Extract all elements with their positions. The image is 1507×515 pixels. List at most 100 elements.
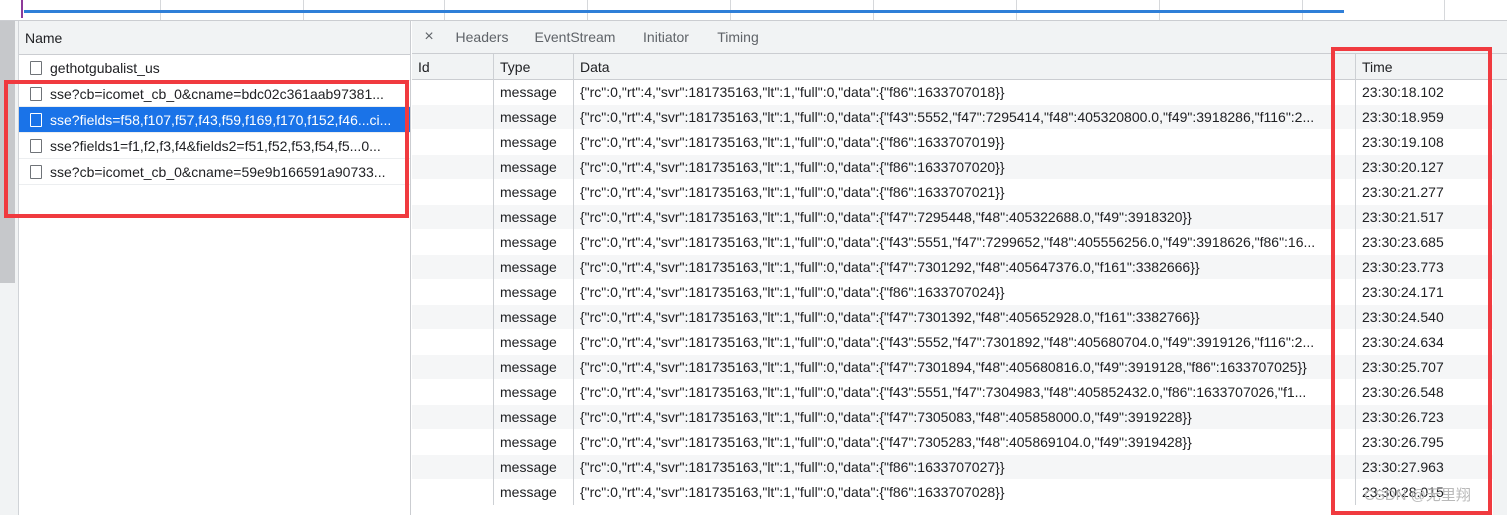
column-header-data[interactable]: Data xyxy=(573,54,1355,80)
request-row[interactable]: gethotgubalist_us xyxy=(19,55,410,81)
column-header-time[interactable]: Time xyxy=(1355,54,1493,80)
event-id-cell xyxy=(412,205,493,230)
event-time-cell: 23:30:19.108 xyxy=(1355,130,1493,155)
event-type-cell: message xyxy=(493,455,573,480)
gutter-scrollbar-thumb[interactable] xyxy=(0,21,15,283)
event-type-cell: message xyxy=(493,280,573,305)
event-row[interactable]: message {"rc":0,"rt":4,"svr":181735163,"l… xyxy=(412,255,1507,280)
event-id-cell xyxy=(412,105,493,130)
event-type-cell: message xyxy=(493,80,573,105)
event-row[interactable]: message {"rc":0,"rt":4,"svr":181735163,"l… xyxy=(412,430,1507,455)
tab-headers[interactable]: Headers xyxy=(446,21,518,54)
event-data-cell: {"rc":0,"rt":4,"svr":181735163,"lt":1,"f… xyxy=(573,255,1355,280)
event-data-cell: {"rc":0,"rt":4,"svr":181735163,"lt":1,"f… xyxy=(573,130,1355,155)
event-type-cell: message xyxy=(493,205,573,230)
event-type-cell: message xyxy=(493,130,573,155)
detail-tabbar: × Headers EventStream Initiator Timing xyxy=(412,21,1507,54)
name-column-header[interactable]: Name xyxy=(19,21,410,55)
eventstream-scrollbar[interactable] xyxy=(1493,80,1507,515)
tab-initiator[interactable]: Initiator xyxy=(632,21,700,54)
event-id-cell xyxy=(412,230,493,255)
event-row[interactable]: message {"rc":0,"rt":4,"svr":181735163,"l… xyxy=(412,155,1507,180)
close-icon[interactable]: × xyxy=(420,27,438,47)
request-checkbox[interactable] xyxy=(30,139,42,153)
event-time-cell: 23:30:20.127 xyxy=(1355,155,1493,180)
request-row[interactable]: sse?cb=icomet_cb_0&cname=59e9b166591a907… xyxy=(19,159,410,185)
event-type-cell: message xyxy=(493,405,573,430)
event-id-cell xyxy=(412,455,493,480)
event-id-cell xyxy=(412,380,493,405)
event-id-cell xyxy=(412,255,493,280)
column-header-type[interactable]: Type xyxy=(493,54,573,80)
event-id-cell xyxy=(412,305,493,330)
event-type-cell: message xyxy=(493,355,573,380)
event-data-cell: {"rc":0,"rt":4,"svr":181735163,"lt":1,"f… xyxy=(573,80,1355,105)
request-checkbox[interactable] xyxy=(30,87,42,101)
event-time-cell: 23:30:26.723 xyxy=(1355,405,1493,430)
event-row[interactable]: message {"rc":0,"rt":4,"svr":181735163,"l… xyxy=(412,80,1507,105)
event-data-cell: {"rc":0,"rt":4,"svr":181735163,"lt":1,"f… xyxy=(573,480,1355,505)
event-row[interactable]: message {"rc":0,"rt":4,"svr":181735163,"l… xyxy=(412,305,1507,330)
request-row[interactable]: sse?fields1=f1,f2,f3,f4&fields2=f51,f52,… xyxy=(19,133,410,159)
event-time-cell: 23:30:18.102 xyxy=(1355,80,1493,105)
event-data-cell: {"rc":0,"rt":4,"svr":181735163,"lt":1,"f… xyxy=(573,380,1355,405)
tab-eventstream[interactable]: EventStream xyxy=(522,21,628,54)
timeline-gridline xyxy=(1444,0,1445,20)
request-name: sse?cb=icomet_cb_0&cname=59e9b166591a907… xyxy=(50,164,386,180)
tab-timing[interactable]: Timing xyxy=(708,21,768,54)
request-checkbox[interactable] xyxy=(30,113,42,127)
event-data-cell: {"rc":0,"rt":4,"svr":181735163,"lt":1,"f… xyxy=(573,205,1355,230)
request-list-pane: Name gethotgubalist_us sse?cb=icomet_cb_0… xyxy=(19,21,411,515)
event-type-cell: message xyxy=(493,155,573,180)
left-gutter xyxy=(0,21,19,515)
event-time-cell: 23:30:25.707 xyxy=(1355,355,1493,380)
event-row[interactable]: message {"rc":0,"rt":4,"svr":181735163,"l… xyxy=(412,105,1507,130)
event-type-cell: message xyxy=(493,330,573,355)
event-row[interactable]: message {"rc":0,"rt":4,"svr":181735163,"l… xyxy=(412,205,1507,230)
request-name: sse?fields1=f1,f2,f3,f4&fields2=f51,f52,… xyxy=(50,138,381,154)
event-row[interactable]: message {"rc":0,"rt":4,"svr":181735163,"l… xyxy=(412,480,1507,505)
event-type-cell: message xyxy=(493,305,573,330)
event-id-cell xyxy=(412,180,493,205)
eventstream-table: Id Type Data Time message {"rc":0,"rt":4,… xyxy=(412,54,1507,515)
event-row[interactable]: message {"rc":0,"rt":4,"svr":181735163,"l… xyxy=(412,330,1507,355)
event-row[interactable]: message {"rc":0,"rt":4,"svr":181735163,"l… xyxy=(412,230,1507,255)
eventstream-header-row: Id Type Data Time xyxy=(412,54,1507,80)
request-detail-pane: × Headers EventStream Initiator Timing I… xyxy=(412,21,1507,515)
event-time-cell: 23:30:24.540 xyxy=(1355,305,1493,330)
event-row[interactable]: message {"rc":0,"rt":4,"svr":181735163,"l… xyxy=(412,355,1507,380)
event-row[interactable]: message {"rc":0,"rt":4,"svr":181735163,"l… xyxy=(412,180,1507,205)
event-data-cell: {"rc":0,"rt":4,"svr":181735163,"lt":1,"f… xyxy=(573,105,1355,130)
request-checkbox[interactable] xyxy=(30,165,42,179)
event-data-cell: {"rc":0,"rt":4,"svr":181735163,"lt":1,"f… xyxy=(573,305,1355,330)
event-type-cell: message xyxy=(493,255,573,280)
event-type-cell: message xyxy=(493,230,573,255)
event-id-cell xyxy=(412,130,493,155)
event-id-cell xyxy=(412,330,493,355)
event-id-cell xyxy=(412,155,493,180)
event-data-cell: {"rc":0,"rt":4,"svr":181735163,"lt":1,"f… xyxy=(573,230,1355,255)
event-type-cell: message xyxy=(493,480,573,505)
eventstream-rows: message {"rc":0,"rt":4,"svr":181735163,"l… xyxy=(412,80,1507,505)
column-header-id[interactable]: Id xyxy=(412,54,493,80)
event-time-cell: 23:30:26.795 xyxy=(1355,430,1493,455)
event-time-cell: 23:30:23.773 xyxy=(1355,255,1493,280)
request-checkbox[interactable] xyxy=(30,61,42,75)
timeline-request-bar xyxy=(24,10,1344,13)
event-data-cell: {"rc":0,"rt":4,"svr":181735163,"lt":1,"f… xyxy=(573,430,1355,455)
event-row[interactable]: message {"rc":0,"rt":4,"svr":181735163,"l… xyxy=(412,455,1507,480)
event-row[interactable]: message {"rc":0,"rt":4,"svr":181735163,"l… xyxy=(412,405,1507,430)
event-data-cell: {"rc":0,"rt":4,"svr":181735163,"lt":1,"f… xyxy=(573,180,1355,205)
request-row[interactable]: sse?cb=icomet_cb_0&cname=bdc02c361aab973… xyxy=(19,81,410,107)
event-id-cell xyxy=(412,430,493,455)
event-id-cell xyxy=(412,480,493,505)
network-timeline-overview[interactable] xyxy=(0,0,1507,21)
request-name: gethotgubalist_us xyxy=(50,60,160,76)
event-data-cell: {"rc":0,"rt":4,"svr":181735163,"lt":1,"f… xyxy=(573,280,1355,305)
event-time-cell: 23:30:23.685 xyxy=(1355,230,1493,255)
event-row[interactable]: message {"rc":0,"rt":4,"svr":181735163,"l… xyxy=(412,280,1507,305)
event-row[interactable]: message {"rc":0,"rt":4,"svr":181735163,"l… xyxy=(412,380,1507,405)
event-row[interactable]: message {"rc":0,"rt":4,"svr":181735163,"l… xyxy=(412,130,1507,155)
request-row[interactable]: sse?fields=f58,f107,f57,f43,f59,f169,f17… xyxy=(19,107,410,133)
event-time-cell: 23:30:24.171 xyxy=(1355,280,1493,305)
